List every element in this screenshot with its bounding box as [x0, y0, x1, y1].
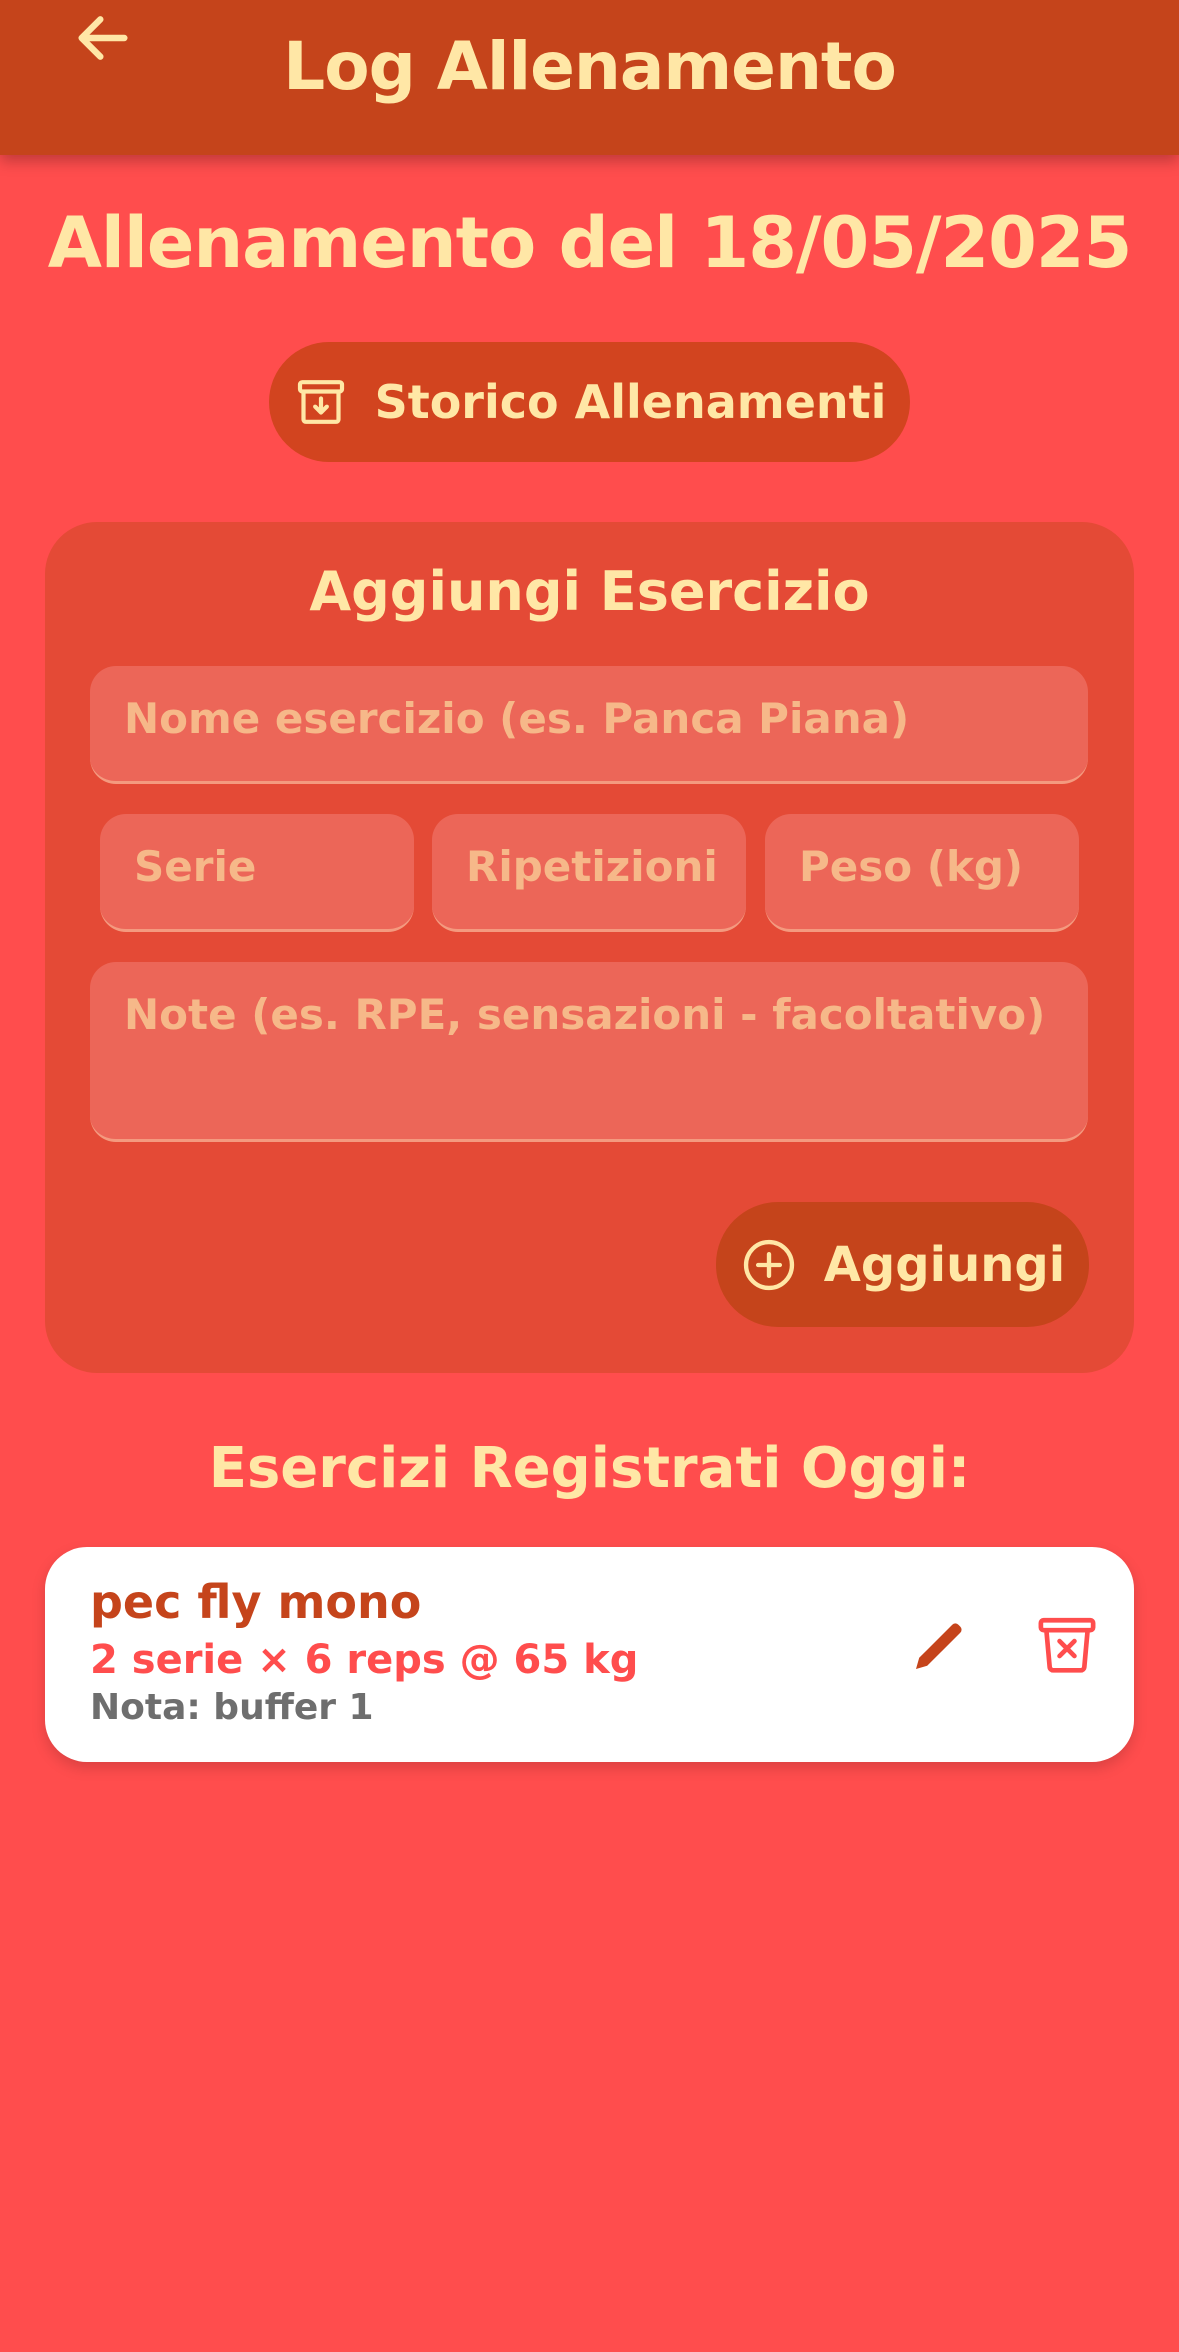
add-exercise-title: Aggiungi Esercizio	[309, 560, 870, 623]
exercise-name-input[interactable]: Nome esercizio (es. Panca Piana)	[90, 666, 1088, 784]
edit-exercise-button[interactable]	[900, 1605, 980, 1685]
add-exercise-card: Aggiungi Esercizio Nome esercizio (es. P…	[45, 522, 1134, 1373]
exercise-entry-card: pec fly mono 2 serie × 6 reps @ 65 kg No…	[45, 1547, 1134, 1762]
reps-input[interactable]: Ripetizioni	[432, 814, 746, 932]
trash-icon	[1038, 1617, 1096, 1673]
exercise-entry-detail: 2 serie × 6 reps @ 65 kg	[90, 1637, 639, 1683]
plus-circle-icon	[743, 1239, 794, 1290]
history-button-label: Storico Allenamenti	[374, 375, 887, 429]
exercise-entry-note: Nota: buffer 1	[90, 1687, 374, 1728]
pencil-icon	[916, 1623, 962, 1669]
exercise-entry-name: pec fly mono	[90, 1575, 422, 1629]
workout-date-title: Allenamento del 18/05/2025	[47, 202, 1133, 284]
archive-icon	[297, 380, 344, 424]
weight-input[interactable]: Peso (kg)	[765, 814, 1079, 932]
app-title: Log Allenamento	[283, 28, 897, 105]
notes-textarea[interactable]: Note (es. RPE, sensazioni - facoltativo)	[90, 962, 1088, 1142]
add-exercise-button[interactable]: Aggiungi	[716, 1202, 1089, 1327]
sets-input[interactable]: Serie	[100, 814, 414, 932]
add-exercise-button-label: Aggiungi	[823, 1236, 1066, 1293]
history-button[interactable]: Storico Allenamenti	[269, 342, 910, 462]
logged-exercises-title: Esercizi Registrati Oggi:	[208, 1436, 971, 1501]
top-app-bar: Log Allenamento	[0, 0, 1179, 155]
delete-exercise-button[interactable]	[1027, 1605, 1107, 1685]
